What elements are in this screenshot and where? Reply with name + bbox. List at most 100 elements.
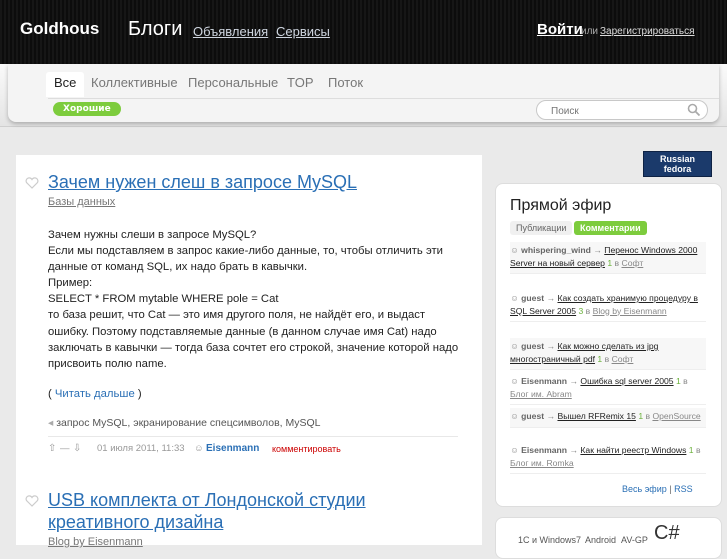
post-date: 01 июля 2011, 11:33 xyxy=(97,443,185,454)
live-in: в xyxy=(683,376,688,386)
live-comment-count: 3 xyxy=(578,305,584,316)
live-user[interactable]: whispering_wind xyxy=(521,245,591,255)
live-item: ☺ guest → Вышел RFRemix 15 1 в OpenSourc… xyxy=(510,408,706,428)
tab-collective[interactable]: Коллективные xyxy=(83,72,186,97)
live-comment-count: 1 xyxy=(597,353,603,364)
live-feed-footer: Весь эфир | RSS xyxy=(622,484,693,494)
post-paragraph: Зачем нужны слеши в запросе MySQL? xyxy=(48,229,257,241)
read-more: ( Читать дальше ) xyxy=(48,388,142,400)
nav-link-services[interactable]: Сервисы xyxy=(276,24,330,39)
all-feed-link[interactable]: Весь эфир xyxy=(622,484,667,494)
live-user[interactable]: Eisenmann xyxy=(521,376,567,386)
subnav-bar: Все Коллективные Персональные TOP Поток … xyxy=(0,64,727,127)
russian-fedora-banner[interactable]: Russian fedora xyxy=(643,151,712,177)
vote-score: — xyxy=(60,443,70,454)
live-post-link[interactable]: Ошибка sql server 2005 xyxy=(580,376,673,386)
tag-cloud-item[interactable]: AV-GP xyxy=(621,535,648,545)
tab-top[interactable]: TOP xyxy=(279,72,322,97)
live-blog-link[interactable]: Блог им. Abram xyxy=(510,389,572,399)
post-body: Зачем нужны слеши в запросе MySQL? Если … xyxy=(48,227,468,372)
live-comment-count: 1 xyxy=(607,257,613,268)
vote-down-icon[interactable]: ⇩ xyxy=(73,443,81,454)
live-item: ☺ Eisenmann → Как найти реестр Windows 1… xyxy=(510,442,706,474)
live-item: ☺ Eisenmann → Ошибка sql server 2005 1 в… xyxy=(510,373,706,405)
user-icon: ☺ xyxy=(194,443,204,454)
vote-up-icon[interactable]: ⇧ xyxy=(48,443,56,454)
register-link[interactable]: Зарегистрироваться xyxy=(600,26,695,37)
login-link[interactable]: Войти xyxy=(537,21,583,38)
tag-cloud-panel: 1C и Windows7 Android AV-GP C# xyxy=(495,517,722,559)
live-in: в xyxy=(645,411,651,421)
tab-personal[interactable]: Персональные xyxy=(180,72,286,97)
live-blog-link[interactable]: Blog by Eisenmann xyxy=(593,306,667,316)
filter-badge-good[interactable]: Хорошие xyxy=(53,102,121,116)
live-in: в xyxy=(614,257,620,268)
top-header: Goldhous Блоги Объявления Сервисы Войти … xyxy=(0,0,727,64)
footer-separator: | xyxy=(669,484,672,494)
tag-cloud-item[interactable]: 1C и Windows7 xyxy=(518,535,581,545)
favourite-heart-icon[interactable] xyxy=(25,495,39,507)
live-post-link[interactable]: Как найти реестр Windows xyxy=(580,445,686,455)
search-icon[interactable] xyxy=(687,103,701,117)
rss-link[interactable]: RSS xyxy=(674,484,693,494)
read-more-link[interactable]: Читать дальше xyxy=(55,388,135,400)
post-divider xyxy=(48,436,458,437)
live-feed-title: Прямой эфир xyxy=(510,197,612,214)
live-user[interactable]: Eisenmann xyxy=(521,445,567,455)
live-tab-publications[interactable]: Публикации xyxy=(510,221,573,235)
live-item: ☺ whispering_wind → Перенос Windows 2000… xyxy=(510,242,706,274)
user-icon: ☺ xyxy=(510,293,519,303)
live-blog-link[interactable]: Софт xyxy=(612,354,634,364)
post-tags: ◂ запрос MySQL, экранирование спецсимвол… xyxy=(48,417,321,429)
tab-stream[interactable]: Поток xyxy=(320,72,371,97)
post-title-link[interactable]: USB комплекта от Лондонской студии креат… xyxy=(48,489,388,533)
live-blog-link[interactable]: Блог им. Romka xyxy=(510,458,574,468)
post-category-link[interactable]: Базы данных xyxy=(48,196,115,208)
user-icon: ☺ xyxy=(510,376,519,386)
post-category-link[interactable]: Blog by Eisenmann xyxy=(48,536,143,548)
live-item: ☺ guest → Как можно сделать из jpg много… xyxy=(510,338,706,370)
read-more-suffix: ) xyxy=(134,388,142,400)
post-paragraph: SELECT * FROM mytable WHERE pole = Cat xyxy=(48,293,279,306)
favourite-heart-icon[interactable] xyxy=(25,177,39,189)
banner-line: fedora xyxy=(663,164,692,174)
main-content: Зачем нужен слеш в запросе MySQL Базы да… xyxy=(16,155,482,548)
nav-link-ads[interactable]: Объявления xyxy=(193,24,268,39)
or-text: или xyxy=(581,26,599,37)
live-comment-count: 1 xyxy=(675,376,681,386)
live-user[interactable]: guest xyxy=(521,341,544,351)
live-in: в xyxy=(695,445,701,455)
post-paragraph: Если мы подставляем в запрос какие-либо … xyxy=(48,245,443,274)
read-more-prefix: ( xyxy=(48,388,55,400)
live-user[interactable]: guest xyxy=(521,411,544,421)
tag-cloud-item[interactable]: C# xyxy=(654,522,680,545)
post-paragraph: то база решит, что Cat — это имя другого… xyxy=(48,309,459,370)
live-in: в xyxy=(604,353,610,364)
post-paragraph: Пример: xyxy=(48,277,93,290)
tag-icon: ◂ xyxy=(48,417,54,429)
live-feed-panel: Прямой эфир Публикации Комментарии ☺ whi… xyxy=(495,183,722,507)
live-blog-link[interactable]: OpenSource xyxy=(652,411,700,421)
post-author-link[interactable]: Eisenmann xyxy=(206,443,259,454)
section-title-blogs[interactable]: Блоги xyxy=(128,18,182,41)
live-tab-comments[interactable]: Комментарии xyxy=(574,221,647,235)
user-icon: ☺ xyxy=(510,245,519,255)
search-input[interactable] xyxy=(549,102,689,120)
user-icon: ☺ xyxy=(510,445,519,455)
search-box[interactable] xyxy=(536,100,708,120)
user-icon: ☺ xyxy=(510,411,519,421)
live-user[interactable]: guest xyxy=(521,293,544,303)
tab-all[interactable]: Все xyxy=(46,72,85,97)
live-comment-count: 1 xyxy=(688,445,694,455)
comment-link[interactable]: комментировать xyxy=(272,444,341,454)
subnav-panel: Все Коллективные Персональные TOP Поток … xyxy=(8,64,719,122)
banner-line: Russian xyxy=(659,154,695,164)
post-title-link[interactable]: Зачем нужен слеш в запросе MySQL xyxy=(48,171,357,193)
tag-cloud-item[interactable]: Android xyxy=(585,535,616,545)
live-blog-link[interactable]: Софт xyxy=(621,258,643,268)
live-post-link[interactable]: Вышел RFRemix 15 xyxy=(557,411,635,421)
tags-list[interactable]: запрос MySQL, экранирование спецсимволов… xyxy=(56,417,320,429)
site-logo[interactable]: Goldhous xyxy=(20,19,99,39)
tab-divider xyxy=(48,98,719,99)
user-icon: ☺ xyxy=(510,341,519,351)
